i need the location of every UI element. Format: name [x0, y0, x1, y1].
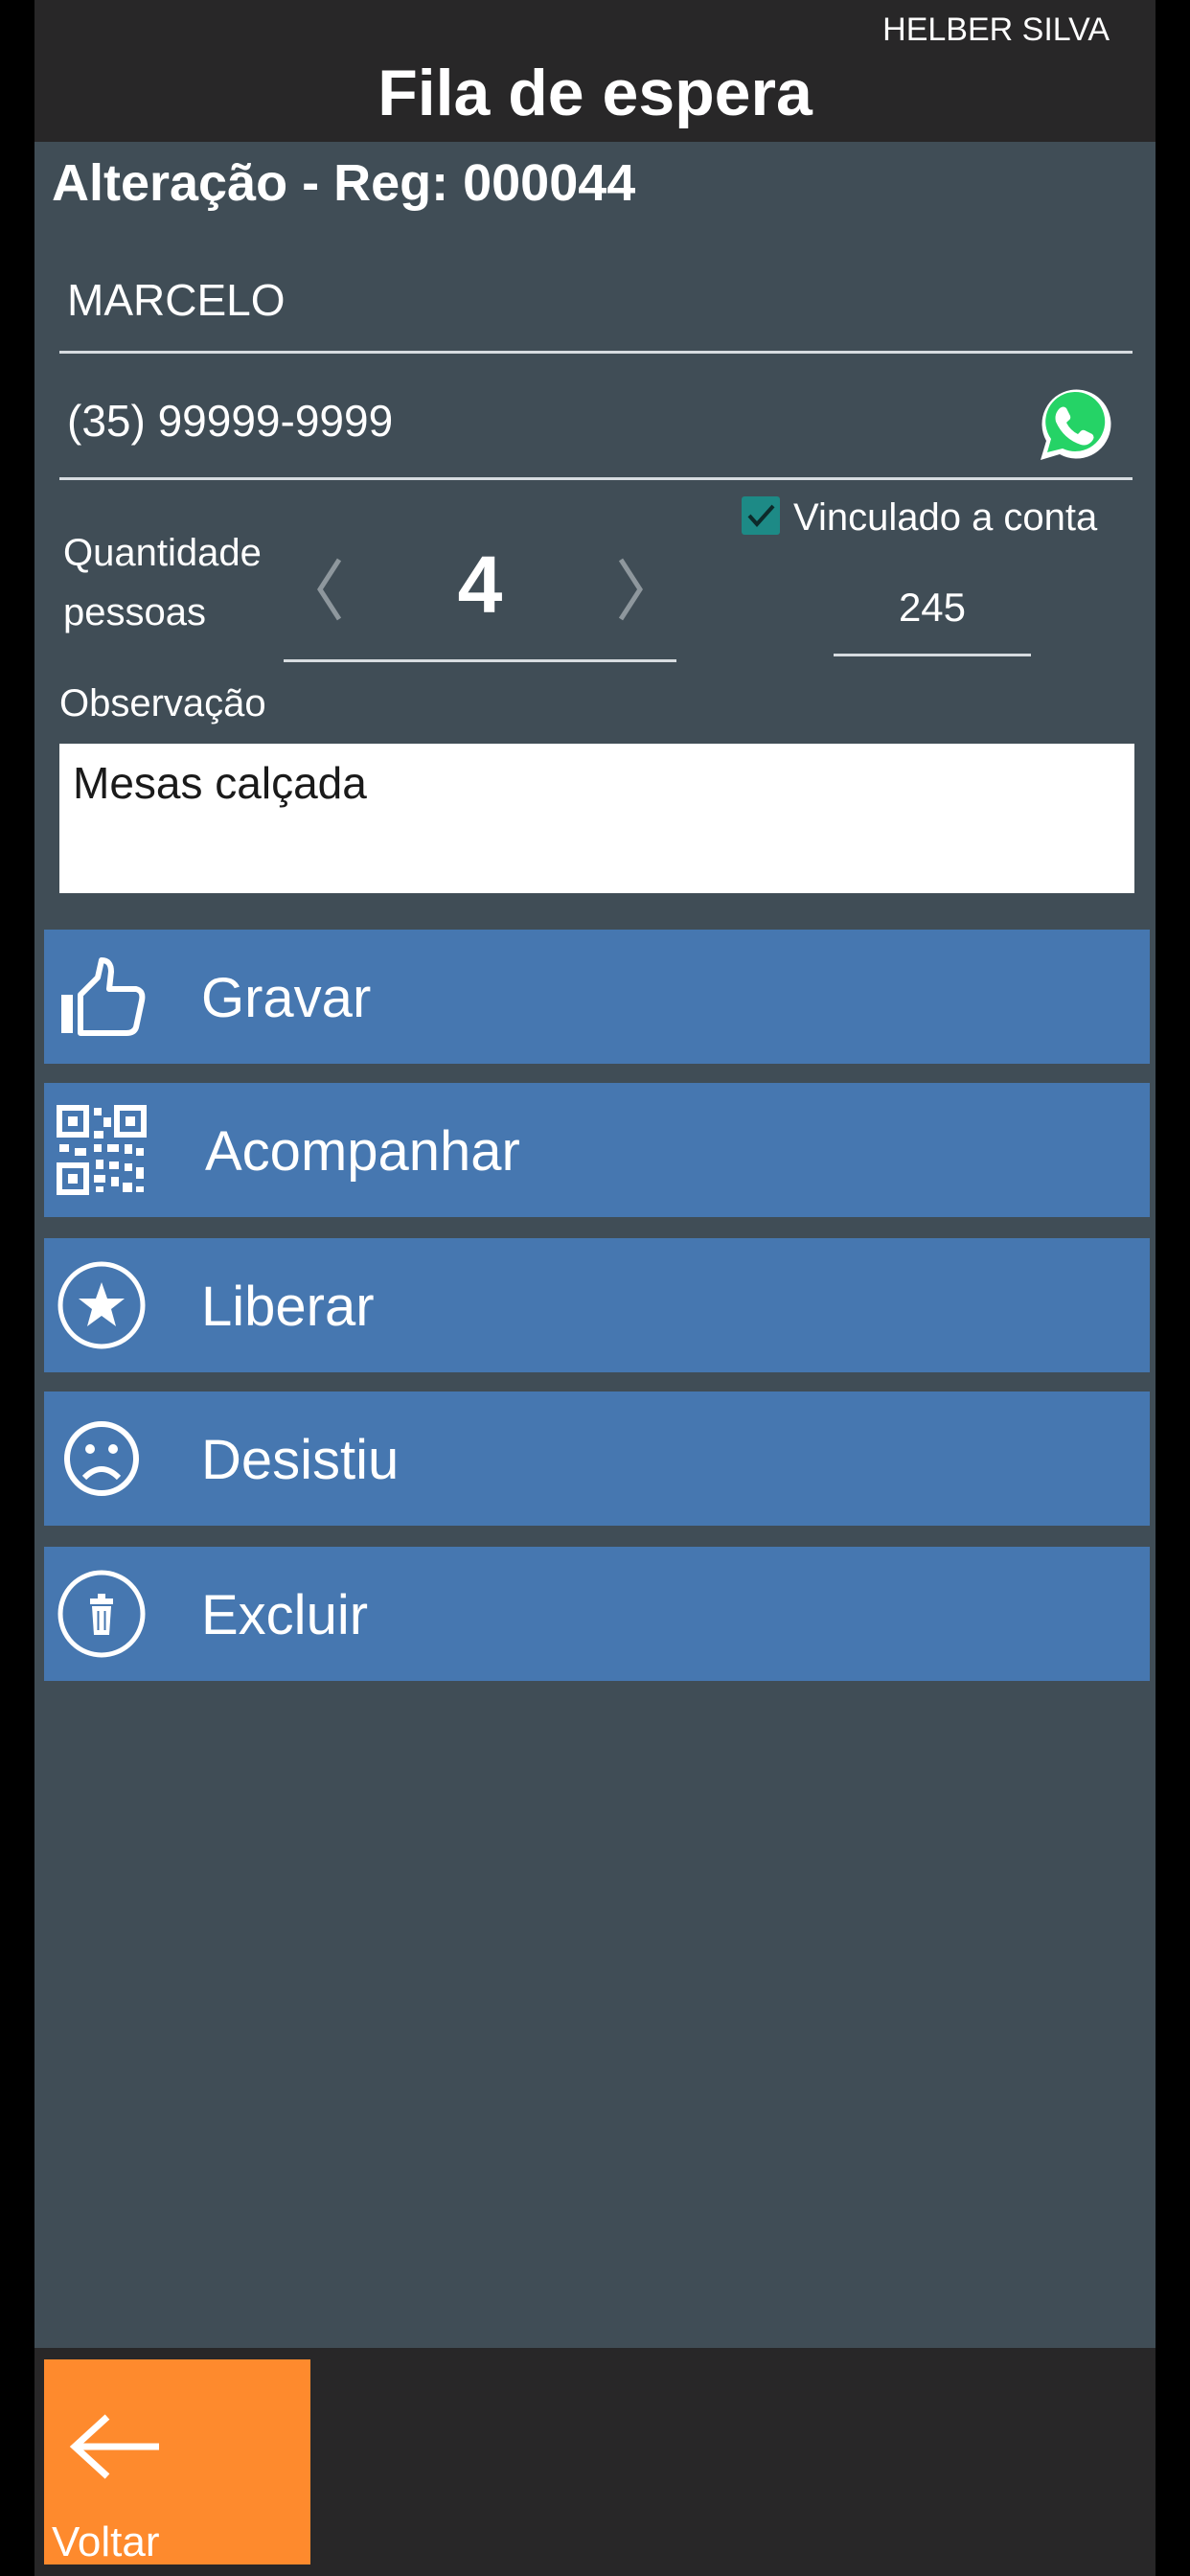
back-label: Voltar	[52, 2518, 160, 2565]
observation-field[interactable]: Mesas calçada	[59, 744, 1134, 893]
app-screen: HELBER SILVA Fila de espera Alteração - …	[34, 0, 1156, 2576]
account-value: 245	[898, 585, 967, 630]
user-name: HELBER SILVA	[882, 12, 1110, 48]
follow-button[interactable]: Acompanhar	[44, 1083, 1150, 1217]
save-label: Gravar	[201, 967, 372, 1029]
account-field[interactable]: 245	[834, 571, 1031, 656]
observation-value: Mesas calçada	[73, 758, 367, 808]
linked-account-label: Vinculado a conta	[793, 496, 1098, 539]
footer-bar: Voltar	[34, 2348, 1156, 2576]
record-title: Alteração - Reg: 000044	[52, 154, 636, 212]
phone-value: (35) 99999-9999	[67, 396, 394, 446]
gave-up-label: Desistiu	[201, 1429, 400, 1491]
whatsapp-icon[interactable]	[1031, 383, 1111, 464]
release-label: Liberar	[201, 1276, 375, 1338]
save-button[interactable]: Gravar	[44, 930, 1150, 1064]
header: HELBER SILVA Fila de espera	[34, 0, 1156, 142]
name-field[interactable]: MARCELO	[59, 255, 1133, 354]
arrow-left-icon	[69, 2414, 159, 2479]
observation-label: Observação	[59, 682, 266, 724]
quantity-stepper: 4	[284, 518, 676, 662]
star-circle-icon	[57, 1261, 146, 1349]
qr-code-icon	[57, 1105, 147, 1195]
phone-field[interactable]: (35) 99999-9999	[59, 383, 1133, 480]
page-title: Fila de espera	[378, 57, 812, 129]
follow-label: Acompanhar	[205, 1120, 520, 1183]
delete-button[interactable]: Excluir	[44, 1547, 1150, 1681]
checkbox-checked-icon[interactable]	[742, 496, 780, 535]
delete-label: Excluir	[201, 1584, 369, 1646]
chevron-right-icon[interactable]	[611, 546, 650, 632]
thumbs-up-icon	[61, 957, 146, 1036]
release-button[interactable]: Liberar	[44, 1238, 1150, 1372]
quantity-label: Quantidade pessoas	[63, 532, 262, 633]
back-button[interactable]: Voltar	[44, 2359, 310, 2565]
trash-circle-icon	[57, 1570, 146, 1658]
sad-face-icon	[64, 1421, 139, 1496]
name-value: MARCELO	[67, 275, 286, 325]
gave-up-button[interactable]: Desistiu	[44, 1392, 1150, 1526]
